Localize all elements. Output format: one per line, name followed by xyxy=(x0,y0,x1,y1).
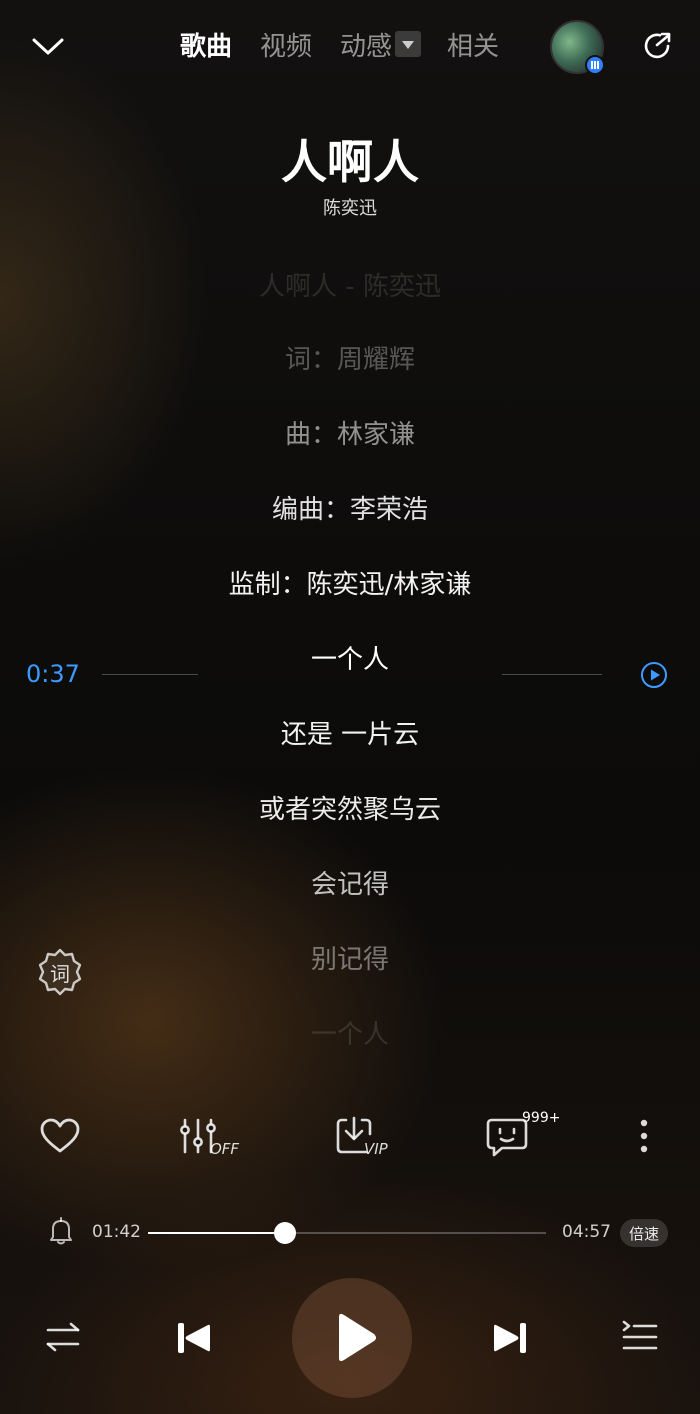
lyric-line[interactable]: 编曲：李荣浩 xyxy=(0,489,700,526)
lyric-line[interactable]: 曲：林家谦 xyxy=(0,414,700,451)
like-button[interactable] xyxy=(38,1114,82,1162)
tab-dynamic[interactable]: 动感 xyxy=(340,26,422,63)
tab-video-label: 视频 xyxy=(260,31,313,62)
lyric-line[interactable]: 别记得 xyxy=(0,939,700,976)
lyric-line[interactable]: 监制：陈奕迅/林家谦 xyxy=(0,564,700,601)
download-button[interactable]: VIP xyxy=(334,1114,398,1162)
lyric-guide-line-right xyxy=(502,674,602,675)
play-icon xyxy=(339,1313,376,1362)
chevron-down-icon xyxy=(32,38,64,55)
share-button[interactable] xyxy=(640,28,676,64)
lyric-badge-label: 词 xyxy=(50,962,70,986)
sleep-timer-button[interactable] xyxy=(48,1216,74,1246)
sound-effect-status: OFF xyxy=(210,1140,240,1158)
collapse-button[interactable] xyxy=(28,28,68,64)
comment-count-badge: 999+ xyxy=(522,1110,561,1126)
current-time: 01:42 xyxy=(92,1222,141,1242)
tab-related-label: 相关 xyxy=(447,31,500,62)
heart-icon xyxy=(40,1118,80,1153)
download-vip-label: VIP xyxy=(364,1140,388,1158)
top-tabs: 歌曲 视频 动感 相关 xyxy=(180,24,527,64)
lyric-guide-line-left xyxy=(102,674,198,675)
lyric-line[interactable]: 还是 一片云 xyxy=(0,714,700,751)
sound-effect-button[interactable]: OFF xyxy=(178,1114,242,1162)
dropdown-arrow-icon[interactable] xyxy=(395,31,422,57)
more-icon xyxy=(640,1119,648,1153)
progress-knob[interactable] xyxy=(274,1222,296,1244)
tab-song[interactable]: 歌曲 xyxy=(180,26,232,63)
lyric-line[interactable]: 人啊人 - 陈奕迅 xyxy=(0,266,700,303)
total-time: 04:57 xyxy=(562,1222,611,1242)
next-button[interactable] xyxy=(490,1316,530,1364)
play-from-line-button[interactable] xyxy=(640,661,668,689)
lyric-line[interactable]: 或者突然聚乌云 xyxy=(0,789,700,826)
pause-badge-icon xyxy=(585,55,605,75)
bell-icon xyxy=(50,1217,72,1245)
playback-speed-button[interactable]: 倍速 xyxy=(620,1219,668,1247)
previous-icon xyxy=(178,1323,210,1353)
more-button[interactable] xyxy=(630,1114,658,1162)
tab-video[interactable]: 视频 xyxy=(260,26,312,63)
playlist-icon xyxy=(622,1320,658,1350)
play-mode-button[interactable] xyxy=(44,1318,82,1360)
lyric-line[interactable]: 一个人 xyxy=(0,1014,700,1051)
share-icon xyxy=(644,32,671,59)
tab-dynamic-label: 动感 xyxy=(340,31,393,62)
next-icon xyxy=(494,1323,526,1353)
tab-song-label: 歌曲 xyxy=(180,31,233,62)
progress-fill xyxy=(148,1232,285,1234)
tab-related[interactable]: 相关 xyxy=(447,26,499,63)
previous-button[interactable] xyxy=(174,1316,214,1364)
repeat-icon xyxy=(46,1322,80,1352)
lyric-line[interactable]: 会记得 xyxy=(0,864,700,901)
lyric-line[interactable]: 词：周耀辉 xyxy=(0,339,700,376)
scroll-time-indicator: 0:37 xyxy=(26,660,80,688)
artist-name[interactable]: 陈奕迅 xyxy=(0,194,700,220)
lyric-settings-button[interactable]: 词 xyxy=(34,946,86,998)
play-button[interactable] xyxy=(292,1278,412,1398)
lyric-line[interactable]: 一个人 xyxy=(0,639,700,676)
playlist-button[interactable] xyxy=(620,1318,660,1360)
song-title: 人啊人 xyxy=(281,135,419,189)
play-circle-icon xyxy=(641,662,667,688)
